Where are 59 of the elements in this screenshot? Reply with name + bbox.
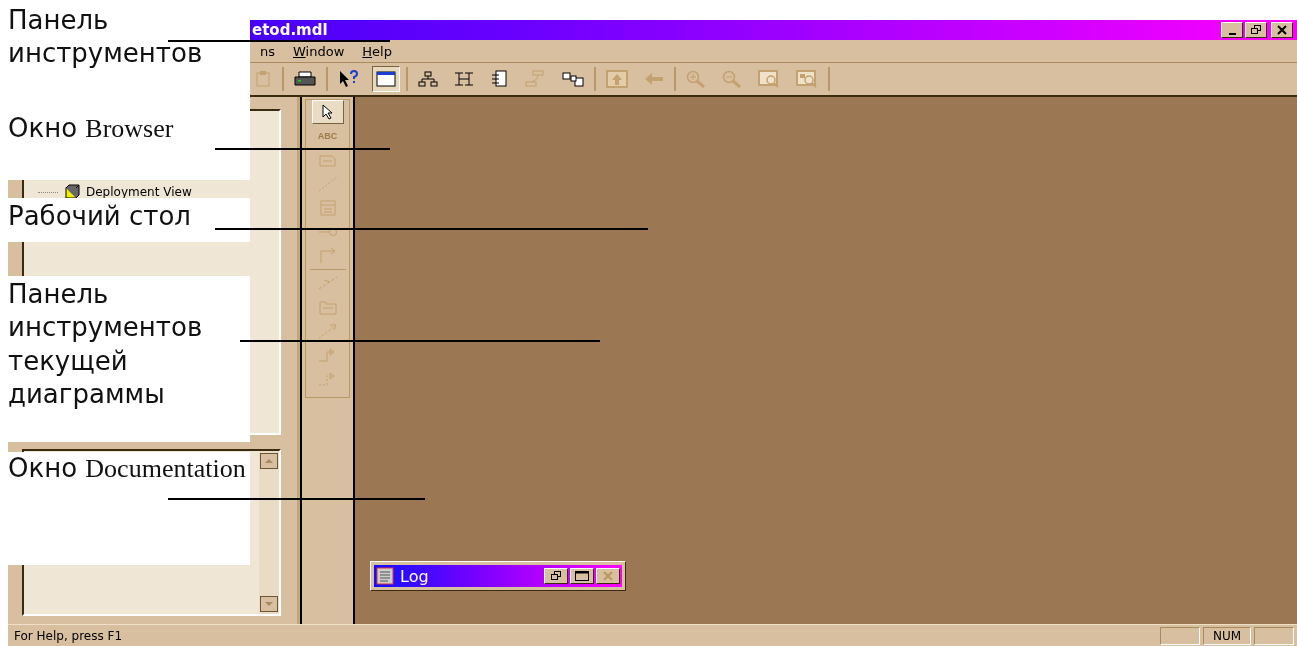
dashed-line-icon (317, 276, 338, 290)
scrollbar[interactable] (259, 451, 279, 614)
restore-icon (1250, 25, 1262, 35)
close-button[interactable] (1271, 22, 1293, 38)
pointer-tool[interactable] (311, 100, 344, 124)
scroll-down-icon (260, 596, 278, 612)
close-icon (603, 571, 613, 581)
document-icon (490, 70, 508, 88)
menu-item[interactable]: ns (256, 42, 285, 60)
boxes-icon (562, 71, 584, 87)
class-box-icon (319, 200, 336, 216)
lollipop-icon (317, 227, 338, 237)
restore-icon (550, 571, 562, 581)
help-pointer-icon (338, 70, 360, 88)
callout-label: Панель инструментов (8, 4, 204, 71)
menu-item[interactable]: Help (358, 42, 402, 60)
document-icon (376, 567, 394, 585)
printer-icon (294, 71, 316, 87)
maximize-icon (575, 571, 589, 581)
left-arrow-icon (644, 72, 664, 86)
zoom-out-icon (722, 70, 742, 88)
callout-label: Рабочий стол (8, 200, 192, 233)
window-title: Log (400, 566, 429, 586)
folder-icon (318, 299, 337, 315)
status-panel (1254, 626, 1294, 645)
fit-selection-icon (796, 70, 818, 88)
window-title: etod.mdl (252, 21, 328, 39)
log-window[interactable]: Log (370, 561, 626, 591)
maximize-button[interactable] (570, 568, 594, 584)
status-panel (1160, 626, 1200, 645)
toolbar-button[interactable] (372, 66, 400, 92)
hierarchy-icon (418, 71, 438, 87)
close-icon (1277, 25, 1287, 35)
window-icon (376, 71, 396, 87)
zoom-in-icon (686, 70, 706, 88)
status-text: For Help, press F1 (13, 628, 123, 643)
dashed-line-icon (317, 176, 338, 192)
close-button[interactable] (596, 568, 620, 584)
stacked-boxes-icon (524, 70, 546, 88)
scroll-up-icon (260, 453, 278, 469)
callout-label: Окно Documentation (8, 452, 247, 485)
callout-label: Панель инструментов текущей диаграммы (8, 278, 204, 411)
callout-label: Окно Browser (8, 112, 175, 145)
pointer-icon (320, 104, 335, 120)
clipboard-icon (254, 70, 272, 88)
status-indicator: NUM (1203, 626, 1251, 645)
note-icon (318, 153, 337, 167)
corner-arrow-icon (318, 248, 337, 264)
node-cube-icon (64, 184, 80, 200)
fit-window-icon (758, 70, 780, 88)
tree-icon (454, 71, 474, 87)
up-arrow-box-icon (606, 70, 628, 88)
tree-item[interactable]: Deployment View (86, 185, 192, 199)
restore-button[interactable] (1245, 22, 1267, 38)
menu-item[interactable]: Window (289, 42, 355, 60)
minimize-icon (1228, 32, 1236, 35)
restore-button[interactable] (544, 568, 568, 584)
dashed-arrow-icon (317, 323, 338, 339)
minimize-button[interactable] (1221, 22, 1243, 38)
